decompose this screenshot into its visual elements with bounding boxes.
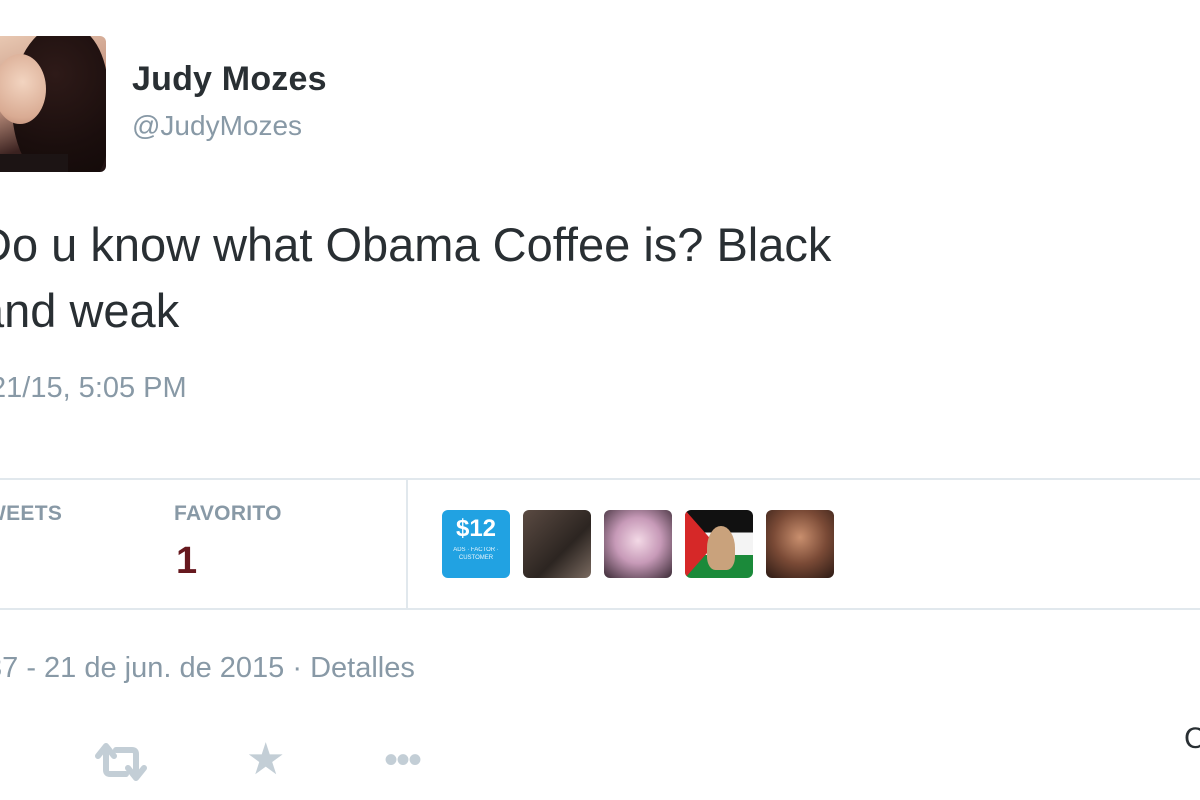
details-link[interactable]: Detalles: [310, 652, 415, 684]
favorite-count[interactable]: FAVORITO 1: [174, 502, 282, 583]
favorited-by-avatar[interactable]: [766, 510, 834, 578]
retweet-count[interactable]: WEETS: [0, 502, 62, 540]
details-meta: 37 - 21 de jun. de 2015: [0, 652, 285, 684]
tweet-card: Judy Mozes @JudyMozes Do u know what Oba…: [0, 0, 1200, 800]
retweet-icon-svg: [95, 743, 147, 781]
stats-divider: [406, 480, 408, 608]
favorited-by-avatar[interactable]: [685, 510, 753, 578]
favorited-by-ad-avatar[interactable]: $12 ADS · FACTOR · CUSTOMER: [442, 510, 510, 578]
favorited-by-avatar[interactable]: [604, 510, 672, 578]
ad-price: $12: [455, 515, 497, 542]
tweet-details-line: 37 - 21 de jun. de 2015 · Detalles: [0, 652, 415, 685]
user-handle[interactable]: @JudyMozes: [132, 110, 302, 142]
favorite-count-label: FAVORITO: [174, 502, 282, 525]
user-avatar[interactable]: [0, 36, 106, 172]
user-display-name[interactable]: Judy Mozes: [132, 60, 327, 99]
tweet-text-line-1: Do u know what Obama Coffee is? Black: [0, 218, 832, 271]
retweet-count-label: WEETS: [0, 502, 63, 525]
tweet-actions: ★ •••: [0, 736, 1200, 792]
favorite-count-value: 1: [176, 540, 198, 582]
star-icon[interactable]: ★: [246, 736, 285, 784]
retweet-icon[interactable]: [92, 742, 150, 787]
avatar-shirt: [0, 154, 68, 172]
follow-button-partial[interactable]: C: [1184, 722, 1200, 756]
details-separator: ·: [284, 652, 311, 684]
favorited-by-list: $12 ADS · FACTOR · CUSTOMER: [442, 510, 834, 578]
more-icon[interactable]: •••: [384, 738, 422, 782]
tweet-text-line-2: and weak: [0, 284, 180, 337]
tweet-text: Do u know what Obama Coffee is? Black an…: [0, 212, 1018, 344]
ad-fine-print: ADS · FACTOR · CUSTOMER: [453, 547, 499, 561]
tweet-stats-bar: WEETS FAVORITO 1 $12 ADS · FACTOR · CUST…: [0, 478, 1200, 610]
tweet-timestamp[interactable]: 21/15, 5:05 PM: [0, 372, 187, 405]
favorited-by-avatar[interactable]: [523, 510, 591, 578]
